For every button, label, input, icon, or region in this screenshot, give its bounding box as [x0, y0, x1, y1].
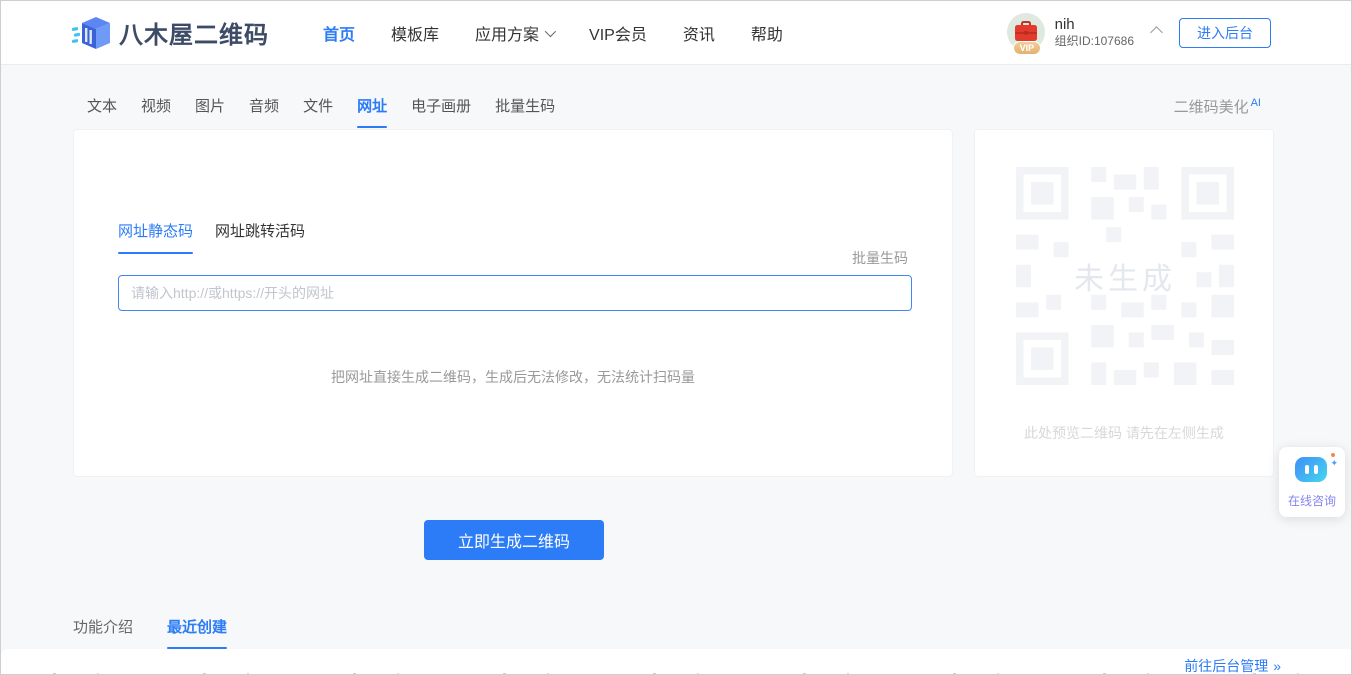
chevron-up-icon [1150, 25, 1163, 39]
generator-card: 网址静态码 网址跳转活码 批量生码 把网址直接生成二维码，生成后无法修改，无法统… [73, 129, 953, 477]
tab-recently-created[interactable]: 最近创建 [167, 616, 228, 649]
ai-tag: AI [1250, 97, 1261, 109]
qr-beautify-link[interactable]: 二维码美化 AI [1174, 96, 1261, 117]
nav-item-news[interactable]: 资讯 [683, 21, 715, 45]
nav-item-vip[interactable]: VIP会员 [589, 21, 647, 45]
generate-qr-button[interactable]: 立即生成二维码 [424, 520, 604, 560]
chat-label: 在线咨询 [1287, 494, 1336, 508]
generator-hint: 把网址直接生成二维码，生成后无法修改，无法统计扫码量 [331, 369, 695, 385]
bottom-tabs: 功能介绍 最近创建 [73, 616, 228, 649]
main-nav: 首页 模板库 应用方案 VIP会员 资讯 帮助 [323, 21, 783, 45]
qr-beautify-label: 二维码美化 [1173, 99, 1249, 116]
qr-not-generated-label: 未生成 [1074, 263, 1176, 296]
user-menu[interactable]: VIP nih 组织ID:107686 [1006, 13, 1163, 55]
double-chevron-right-icon: » [1273, 658, 1281, 674]
url-input[interactable] [118, 275, 912, 311]
nav-item-help[interactable]: 帮助 [751, 21, 783, 45]
chat-robot-icon [1295, 457, 1327, 482]
tab-file[interactable]: 文件 [303, 95, 333, 128]
nav-item-solutions[interactable]: 应用方案 [475, 21, 557, 45]
user-org-id: 组织ID:107686 [1054, 33, 1134, 48]
logo[interactable]: 八木屋二维码 [71, 15, 269, 51]
url-sub-tabs: 网址静态码 网址跳转活码 [118, 220, 305, 254]
vip-badge: VIP [1012, 41, 1042, 55]
nav-item-template-library[interactable]: 模板库 [391, 21, 439, 45]
sparkle-star-icon: ✦ [1330, 458, 1338, 468]
robot-eye [1304, 465, 1309, 474]
online-chat-widget[interactable]: ✦ 在线咨询 [1279, 447, 1345, 517]
tab-dynamic-url-code[interactable]: 网址跳转活码 [215, 220, 305, 254]
tab-image[interactable]: 图片 [195, 95, 225, 128]
tab-video[interactable]: 视频 [141, 95, 171, 128]
qr-placeholder: 未生成 [1016, 167, 1234, 385]
tab-url[interactable]: 网址 [357, 95, 388, 128]
tab-feature-intro[interactable]: 功能介绍 [73, 616, 133, 649]
robot-eye [1313, 465, 1318, 474]
logo-icon [72, 16, 110, 49]
footer-panel: 前往后台管理 » [1, 649, 1351, 674]
logo-text: 八木屋二维码 [119, 22, 269, 49]
code-type-tabs: 文本 视频 图片 音频 文件 网址 电子画册 批量生码 [87, 95, 555, 128]
chevron-down-icon [544, 25, 557, 37]
user-meta: nih 组织ID:107686 [1055, 16, 1134, 49]
tab-static-url-code[interactable]: 网址静态码 [118, 220, 194, 254]
qr-preview-caption: 此处预览二维码 请先在左侧生成 [1024, 425, 1224, 441]
qr-preview-card: 未生成 此处预览二维码 请先在左侧生成 [974, 129, 1274, 477]
sparkle-dot-icon [1331, 453, 1335, 457]
tab-text[interactable]: 文本 [87, 95, 117, 128]
header: 八木屋二维码 首页 模板库 应用方案 VIP会员 资讯 帮助 VIP nih 组… [1, 1, 1351, 65]
avatar[interactable]: VIP [1006, 13, 1045, 55]
page: 八木屋二维码 首页 模板库 应用方案 VIP会员 资讯 帮助 VIP nih 组… [0, 0, 1352, 675]
tab-audio[interactable]: 音频 [249, 95, 279, 128]
briefcase-icon [1014, 21, 1037, 41]
enter-backend-button[interactable]: 进入后台 [1179, 18, 1271, 48]
nav-item-home[interactable]: 首页 [323, 21, 355, 45]
batch-generate-link[interactable]: 批量生码 [852, 248, 908, 268]
tab-ebook[interactable]: 电子画册 [411, 95, 471, 128]
nav-item-solutions-label: 应用方案 [475, 26, 540, 44]
user-name: nih [1054, 15, 1075, 33]
tab-batch[interactable]: 批量生码 [495, 95, 555, 128]
